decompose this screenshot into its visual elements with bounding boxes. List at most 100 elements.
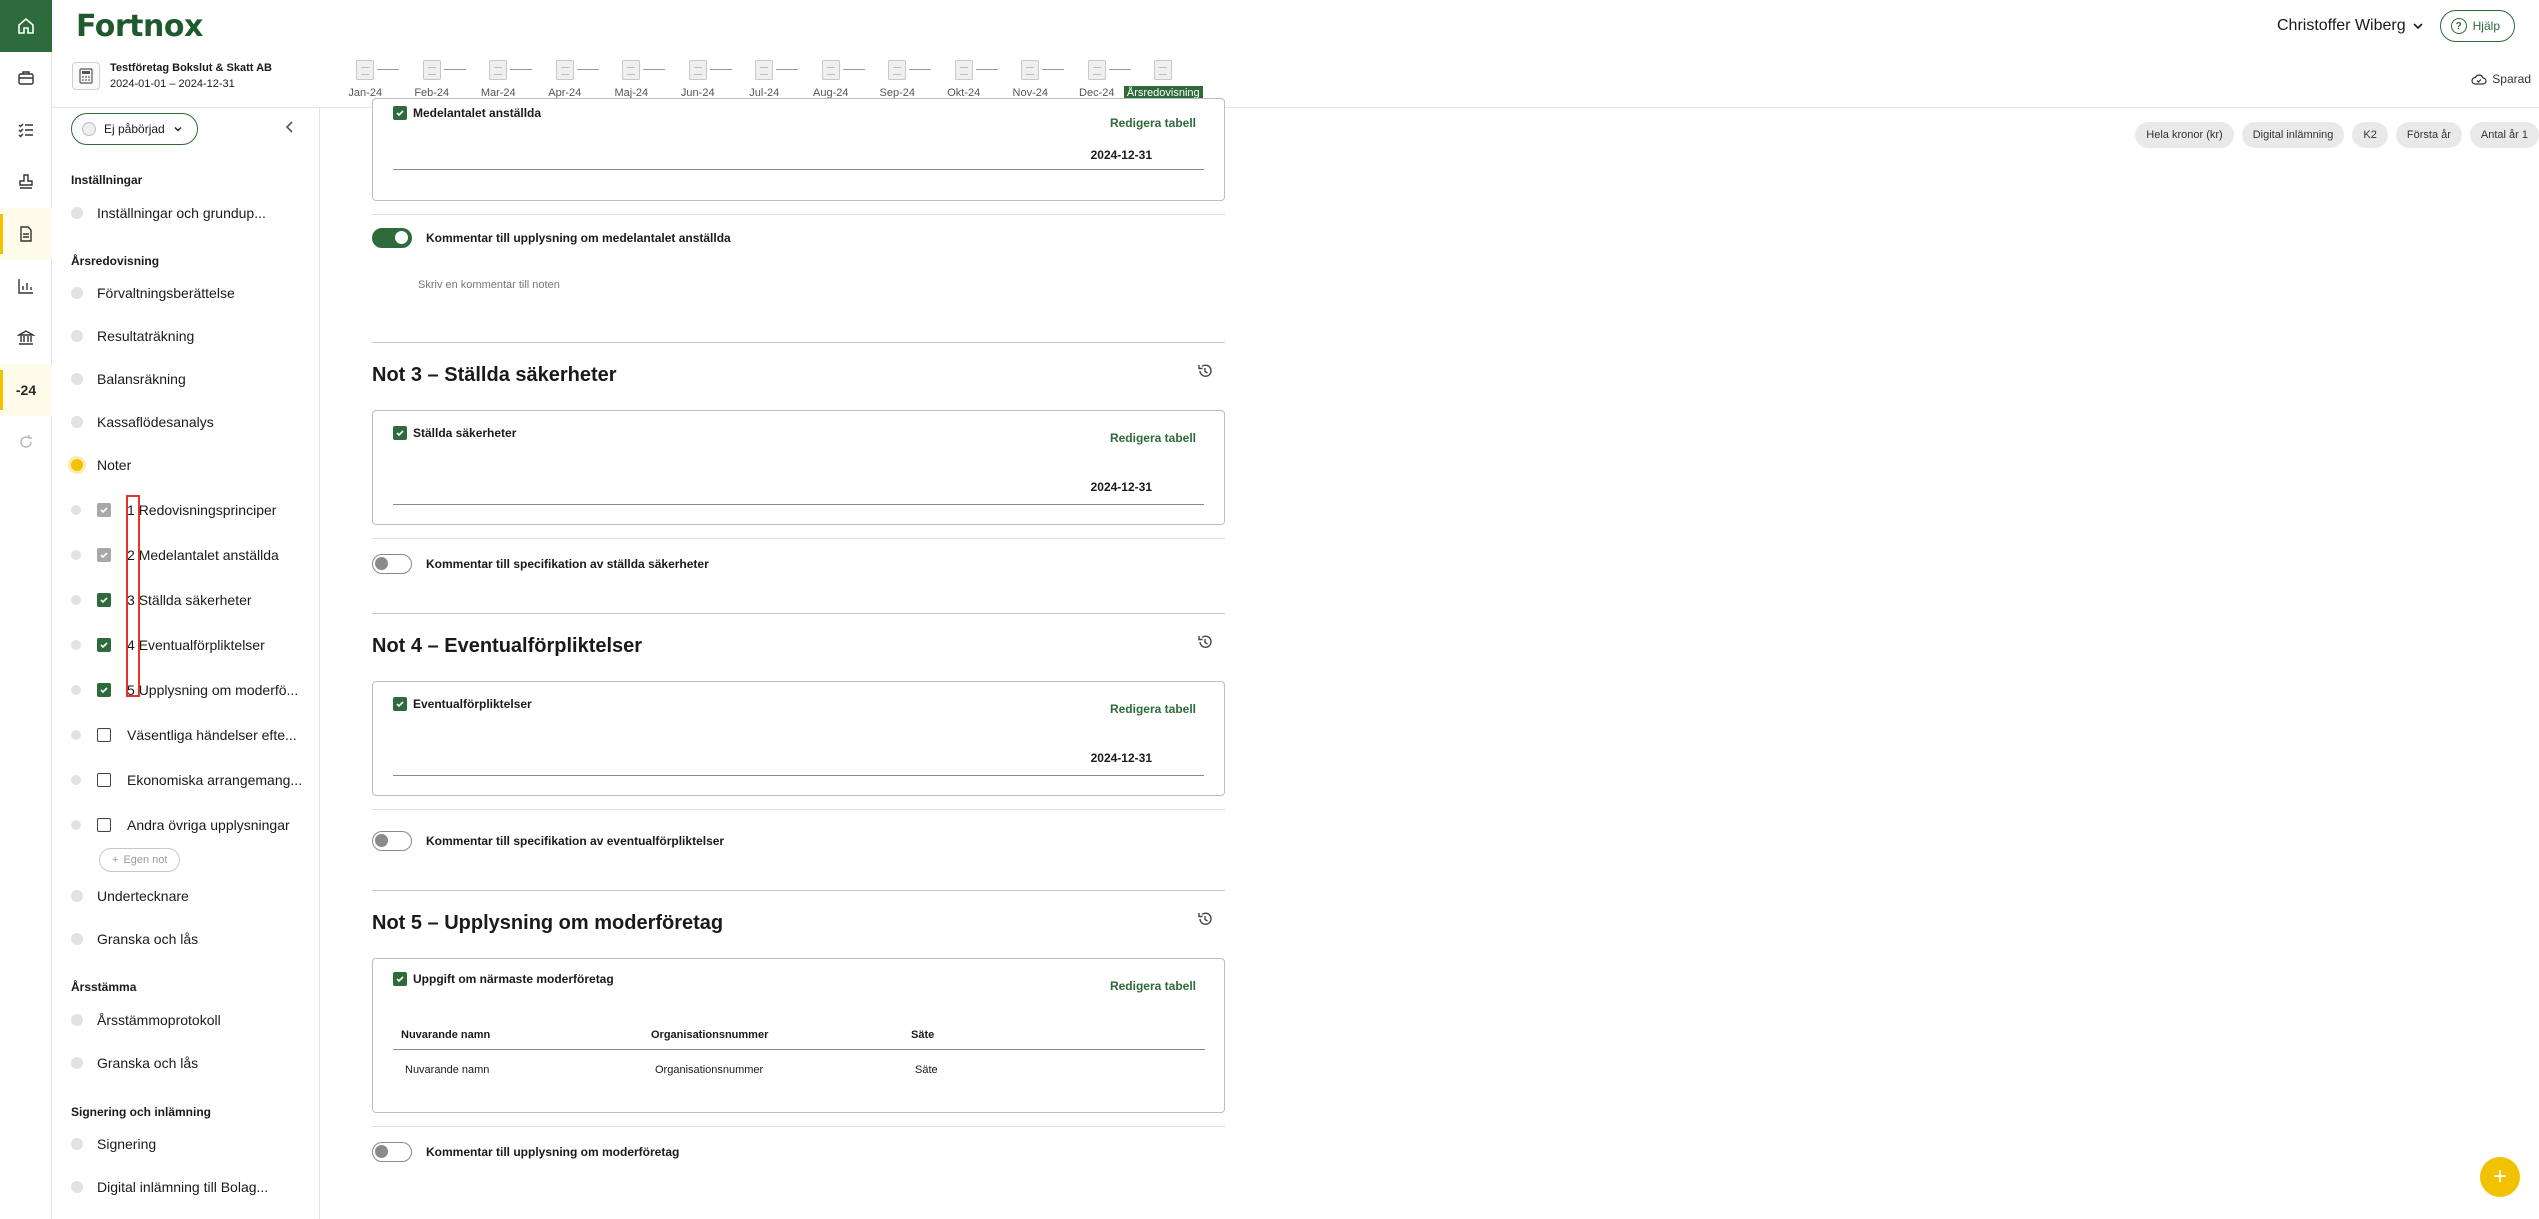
chip-year-count[interactable]: Antal år 1	[2469, 122, 2539, 148]
table-cell[interactable]: Organisationsnummer	[643, 1050, 903, 1076]
note-item-1[interactable]: 1 Redovisningsprinciper	[71, 502, 276, 518]
note-checkbox[interactable]	[97, 638, 111, 652]
chip-rounding[interactable]: Hela kronor (kr)	[2135, 122, 2234, 148]
toggle-switch[interactable]	[372, 228, 412, 248]
section-divider	[372, 342, 1225, 343]
history-icon[interactable]	[1196, 362, 1214, 380]
note-checkbox[interactable]	[97, 728, 111, 742]
chip-first-year[interactable]: Första år	[2395, 122, 2462, 148]
edit-table-button[interactable]: Redigera tabell	[1110, 116, 1196, 130]
status-dropdown[interactable]: Ej påbörjad	[71, 113, 198, 145]
table-cell[interactable]: Säte	[903, 1050, 1205, 1076]
rail-stamp[interactable]	[0, 156, 52, 208]
chip-digital[interactable]: Digital inlämning	[2241, 122, 2345, 148]
nav-signering[interactable]: Signering	[71, 1136, 156, 1152]
saved-label: Sparad	[2492, 72, 2531, 86]
document-icon	[1154, 60, 1173, 80]
add-fab-button[interactable]: +	[2480, 1157, 2520, 1197]
month-arsredovisning[interactable]: Årsredovisning	[1123, 60, 1203, 100]
fortnox-logo[interactable]: Fortnox	[76, 9, 203, 44]
note4-checkbox[interactable]	[393, 697, 407, 711]
note3-comment-toggle[interactable]: Kommentar till specifikation av ställda …	[372, 554, 709, 574]
edit-table-button[interactable]: Redigera tabell	[1110, 431, 1196, 445]
note-checkbox[interactable]	[97, 593, 111, 607]
status-dot	[71, 505, 81, 515]
nav-granska-1[interactable]: Granska och lås	[71, 931, 198, 947]
toggle-switch[interactable]	[372, 1142, 412, 1162]
month-feb[interactable]: Feb-24	[399, 60, 466, 100]
note2-comment-input[interactable]: Skriv en kommentar till noten	[418, 279, 560, 291]
chevron-down-icon	[2413, 23, 2423, 30]
nav-label: Signering	[97, 1136, 157, 1152]
rail-chart[interactable]	[0, 260, 52, 312]
rail-briefcase[interactable]	[0, 52, 52, 104]
note-checkbox[interactable]	[97, 818, 111, 832]
nav-kassaflodesanalys[interactable]: Kassaflödesanalys	[71, 414, 214, 430]
note-item-vasentliga[interactable]: Väsentliga händelser efte...	[71, 727, 297, 743]
month-dec[interactable]: Dec-24	[1064, 60, 1131, 100]
toggle-switch[interactable]	[372, 554, 412, 574]
rail-refresh[interactable]	[0, 416, 52, 468]
note-item-2[interactable]: 2 Medelantalet anställda	[71, 547, 279, 563]
note4-comment-toggle[interactable]: Kommentar till specifikation av eventual…	[372, 831, 724, 851]
nav-granska-2[interactable]: Granska och lås	[71, 1055, 198, 1071]
rail-checklist[interactable]	[0, 104, 52, 156]
note-item-3[interactable]: 3 Ställda säkerheter	[71, 592, 252, 608]
note-item-4[interactable]: 4 Eventualförpliktelser	[71, 637, 265, 653]
stamp-icon	[19, 174, 33, 189]
rail-report[interactable]	[0, 208, 52, 260]
nav-installningar[interactable]: Inställningar och grundup...	[71, 205, 266, 221]
nav-noter[interactable]: Noter	[71, 457, 131, 473]
nav-arsstammoprotokoll[interactable]: Årsstämmoprotokoll	[71, 1012, 221, 1028]
note3-checkbox[interactable]	[393, 426, 407, 440]
note-checkbox[interactable]	[97, 548, 111, 562]
note-item-ekonomiska[interactable]: Ekonomiska arrangemang...	[71, 772, 302, 788]
month-aug[interactable]: Aug-24	[798, 60, 865, 100]
note5-comment-toggle[interactable]: Kommentar till upplysning om moderföreta…	[372, 1142, 679, 1162]
note2-comment-toggle[interactable]: Kommentar till upplysning om medelantale…	[372, 228, 731, 248]
history-icon[interactable]	[1196, 633, 1214, 651]
toggle-switch[interactable]	[372, 831, 412, 851]
help-button[interactable]: ? Hjälp	[2439, 10, 2515, 42]
month-jan[interactable]: Jan-24	[332, 60, 399, 100]
month-jun[interactable]: Jun-24	[665, 60, 732, 100]
home-button[interactable]	[0, 0, 52, 52]
note2-checkbox[interactable]	[393, 106, 407, 120]
rail-bank[interactable]	[0, 312, 52, 364]
month-okt[interactable]: Okt-24	[931, 60, 998, 100]
note-checkbox[interactable]	[97, 503, 111, 517]
edit-table-button[interactable]: Redigera tabell	[1110, 702, 1196, 716]
document-icon	[755, 60, 774, 80]
add-note-label: Egen not	[123, 854, 168, 866]
month-mar[interactable]: Mar-24	[465, 60, 532, 100]
chip-k2[interactable]: K2	[2352, 122, 2388, 148]
table-cell[interactable]: Nuvarande namn	[393, 1050, 643, 1076]
nav-resultatrakning[interactable]: Resultaträkning	[71, 328, 194, 344]
month-jul[interactable]: Jul-24	[731, 60, 798, 100]
nav-digital-inlamning[interactable]: Digital inlämning till Bolag...	[71, 1179, 268, 1195]
note5-checkbox[interactable]	[393, 972, 407, 986]
add-note-button[interactable]: + Egen not	[99, 848, 181, 872]
month-nov[interactable]: Nov-24	[997, 60, 1064, 100]
user-menu[interactable]: Christoffer Wiberg	[2277, 17, 2424, 35]
month-maj[interactable]: Maj-24	[598, 60, 665, 100]
month-apr[interactable]: Apr-24	[532, 60, 599, 100]
history-icon[interactable]	[1196, 910, 1214, 928]
company-info[interactable]: Testföretag Bokslut & Skatt AB 2024-01-0…	[72, 62, 272, 90]
note-item-ovriga[interactable]: Andra övriga upplysningar	[71, 817, 290, 833]
nav-undertecknare[interactable]: Undertecknare	[71, 888, 189, 904]
note-item-5[interactable]: 5 Upplysning om moderfö...	[71, 682, 298, 698]
month-sep[interactable]: Sep-24	[864, 60, 931, 100]
sidebar: Ej påbörjad Inställningar Inställningar …	[52, 108, 320, 1219]
table-row[interactable]: Nuvarande namn Organisationsnummer Säte	[393, 1050, 1205, 1076]
nav-forvaltningsberattelse[interactable]: Förvaltningsberättelse	[71, 285, 235, 301]
note-checkbox[interactable]	[97, 683, 111, 697]
edit-table-button[interactable]: Redigera tabell	[1110, 979, 1196, 993]
section-installningar: Inställningar	[71, 173, 143, 187]
nav-balansrakning[interactable]: Balansräkning	[71, 371, 186, 387]
note-checkbox[interactable]	[97, 773, 111, 787]
collapse-sidebar-icon[interactable]	[284, 120, 296, 134]
rail-year[interactable]: -24	[0, 364, 52, 416]
section-signering: Signering och inlämning	[71, 1105, 212, 1119]
status-dot	[71, 933, 83, 945]
